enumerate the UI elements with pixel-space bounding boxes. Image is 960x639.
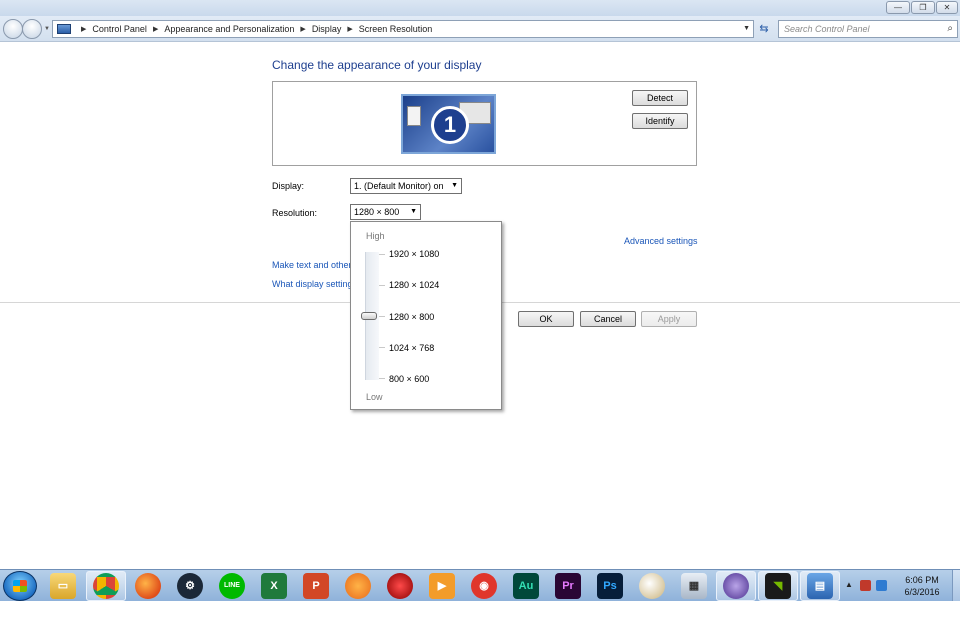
slider-tick [379, 285, 385, 286]
chrome-icon[interactable] [93, 573, 119, 599]
network-tray-icon[interactable] [876, 580, 887, 591]
bottom-strip [0, 601, 960, 639]
show-desktop-button[interactable] [952, 570, 960, 602]
title-bar: — ❐ ✕ [0, 0, 960, 16]
clock[interactable]: 6:06 PM 6/3/2016 [896, 574, 948, 598]
breadcrumb-display[interactable]: Display [312, 24, 342, 34]
show-hidden-icons-icon[interactable]: ▲ [845, 580, 853, 589]
detect-button[interactable]: Detect [632, 90, 688, 106]
breadcrumb-appearance[interactable]: Appearance and Personalization [164, 24, 294, 34]
chevron-down-icon: ▼ [410, 208, 417, 215]
slider-tick [379, 316, 385, 317]
slider-tick [379, 254, 385, 255]
audition-icon[interactable]: Au [513, 573, 539, 599]
windows-explorer-icon[interactable]: ▭ [50, 573, 76, 599]
photoshop-icon[interactable]: Ps [597, 573, 623, 599]
advanced-settings-link[interactable]: Advanced settings [624, 236, 698, 246]
display-settings-help-link[interactable]: What display setting [272, 279, 353, 289]
red-app-icon[interactable] [387, 573, 413, 599]
powerpoint-icon[interactable]: P [303, 573, 329, 599]
display-select[interactable]: 1. (Default Monitor) on ▼ [350, 178, 462, 194]
line-icon[interactable]: LINE [219, 573, 245, 599]
resolution-slider-thumb[interactable] [361, 312, 377, 320]
orange-app-icon[interactable] [345, 573, 371, 599]
resolution-option[interactable]: 1280 × 800 [389, 312, 434, 322]
resolution-label: Resolution: [272, 208, 318, 218]
window-thumbnail [407, 106, 421, 126]
control-panel-icon [57, 24, 71, 34]
premiere-icon[interactable]: Pr [555, 573, 581, 599]
chevron-right-icon[interactable]: ▶ [300, 25, 305, 33]
apply-button[interactable]: Apply [641, 311, 697, 327]
resolution-select[interactable]: 1280 × 800 ▼ [350, 204, 421, 220]
resolution-option[interactable]: 1920 × 1080 [389, 249, 439, 259]
resolution-select-value: 1280 × 800 [354, 207, 400, 217]
windows-logo-icon [13, 580, 27, 592]
display-label: Display: [272, 181, 305, 191]
flag-tray-icon[interactable] [860, 580, 871, 591]
search-placeholder: Search Control Panel [784, 24, 870, 34]
monitor-icon[interactable]: 1 [401, 94, 496, 154]
paint-icon[interactable] [639, 573, 665, 599]
excel-icon[interactable]: X [261, 573, 287, 599]
search-icon[interactable]: ⌕ [947, 23, 953, 34]
chevron-right-icon[interactable]: ▶ [153, 25, 158, 33]
control-panel-icon[interactable]: ▤ [807, 573, 833, 599]
text-size-link[interactable]: Make text and other [272, 260, 352, 270]
back-button[interactable] [3, 19, 23, 39]
steam-icon[interactable]: ⚙ [177, 573, 203, 599]
monitor-number: 1 [431, 106, 469, 144]
clock-time: 6:06 PM [905, 575, 939, 585]
clock-date: 6/3/2016 [904, 587, 940, 597]
start-button[interactable] [3, 571, 37, 601]
chevron-right-icon[interactable]: ▶ [347, 25, 352, 33]
ok-button[interactable]: OK [518, 311, 574, 327]
high-label: High [366, 231, 385, 241]
slider-tick [379, 347, 385, 348]
address-dropdown-icon[interactable]: ▼ [743, 25, 750, 32]
cancel-button[interactable]: Cancel [580, 311, 636, 327]
display-select-value: 1. (Default Monitor) on [354, 181, 444, 191]
slider-tick [379, 378, 385, 379]
camera-app-icon[interactable]: ◉ [471, 573, 497, 599]
resolution-option[interactable]: 1280 × 1024 [389, 280, 439, 290]
recent-pages-icon[interactable]: ▼ [44, 26, 50, 32]
monitor-panel: 1 Detect Identify [272, 81, 697, 166]
page-title: Change the appearance of your display [272, 58, 482, 72]
maximize-button[interactable]: ❐ [911, 1, 935, 14]
identify-button[interactable]: Identify [632, 113, 688, 129]
close-button[interactable]: ✕ [936, 1, 958, 14]
nvidia-icon[interactable]: ◥ [765, 573, 791, 599]
circle-app-icon[interactable] [723, 573, 749, 599]
chevron-right-icon[interactable]: ▶ [81, 25, 86, 33]
chevron-down-icon: ▼ [451, 182, 458, 189]
breadcrumb-control-panel[interactable]: Control Panel [92, 24, 147, 34]
minimize-button[interactable]: — [886, 1, 910, 14]
breadcrumb-screen-resolution[interactable]: Screen Resolution [359, 24, 433, 34]
calculator-icon[interactable]: ▦ [681, 573, 707, 599]
navigation-bar: ▼ ▶ Control Panel ▶ Appearance and Perso… [0, 16, 960, 42]
firefox-icon[interactable] [135, 573, 161, 599]
low-label: Low [366, 392, 383, 402]
taskbar: ▭ ⚙ LINE X P ▶ ◉ Au Pr Ps ▦ ◥ ▤ ▲ 6:06 P… [0, 569, 960, 602]
refresh-icon[interactable]: ⇆ [756, 20, 772, 38]
media-player-icon[interactable]: ▶ [429, 573, 455, 599]
address-bar[interactable]: ▶ Control Panel ▶ Appearance and Persona… [52, 20, 754, 38]
forward-button[interactable] [22, 19, 42, 39]
resolution-dropdown: High 1920 × 1080 1280 × 1024 1280 × 800 … [350, 221, 502, 410]
resolution-option[interactable]: 800 × 600 [389, 374, 429, 384]
resolution-option[interactable]: 1024 × 768 [389, 343, 434, 353]
search-input[interactable]: Search Control Panel ⌕ [778, 20, 958, 38]
